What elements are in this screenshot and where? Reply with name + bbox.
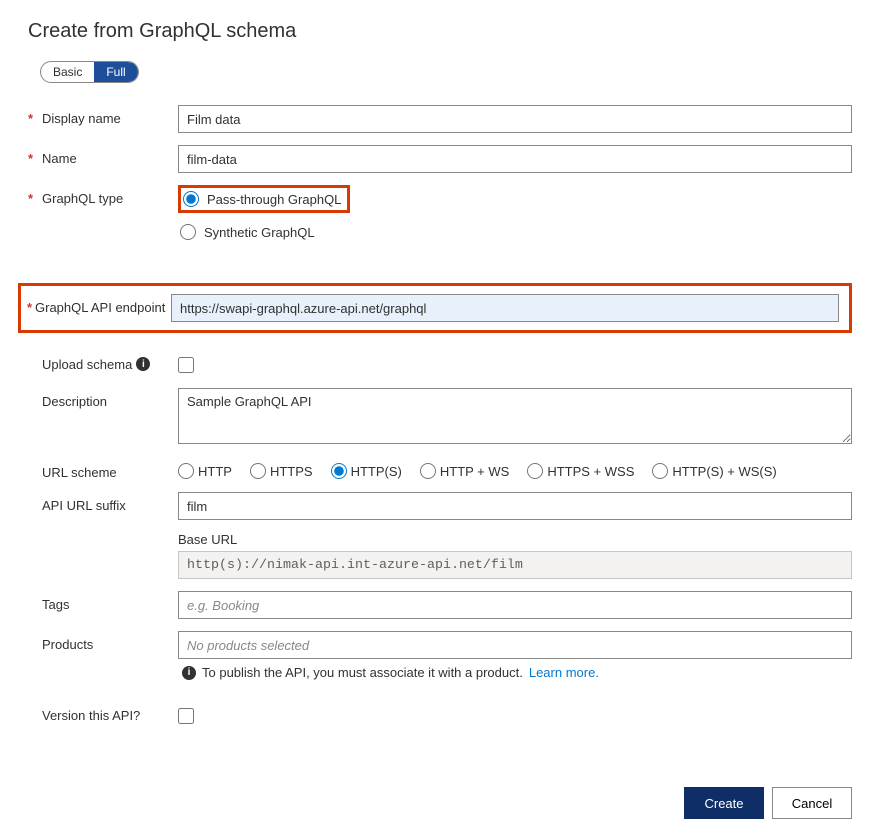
tags-input[interactable] [178,591,852,619]
products-input[interactable] [178,631,852,659]
row-upload-schema: Upload schema i [28,351,852,376]
radio-https-wss-label: HTTPS + WSS [547,464,634,479]
row-description: Description Sample GraphQL API [28,388,852,447]
label-base-url: Base URL [178,532,852,547]
learn-more-link[interactable]: Learn more. [529,665,599,680]
toggle-full[interactable]: Full [94,62,137,82]
row-base-url: Base URL [28,532,852,579]
required-asterisk: * [28,151,42,166]
row-endpoint-highlight: * GraphQL API endpoint [18,283,852,333]
label-name: Name [42,151,77,166]
radio-https[interactable] [250,463,266,479]
label-graphql-type: GraphQL type [42,191,123,206]
row-graphql-type-synthetic: Synthetic GraphQL [28,221,852,247]
radio-synthetic-wrap[interactable]: Synthetic GraphQL [178,221,852,243]
row-tags: Tags [28,591,852,619]
radio-passthrough[interactable] [183,191,199,207]
page-title: Create from GraphQL schema [28,20,852,43]
info-icon[interactable]: i [136,357,150,371]
display-name-input[interactable] [178,105,852,133]
row-api-url-suffix: API URL suffix [28,492,852,520]
label-url-scheme: URL scheme [42,465,117,480]
radio-https-label: HTTPS [270,464,313,479]
radio-https-wss[interactable] [527,463,543,479]
radio-httpws-wrap[interactable]: HTTP + WS [420,463,509,479]
footer-buttons: Create Cancel [28,787,852,819]
radio-http[interactable] [178,463,194,479]
radio-http-wrap[interactable]: HTTP [178,463,232,479]
radio-http-ws[interactable] [420,463,436,479]
url-scheme-options: HTTP HTTPS HTTP(S) HTTP + WS HTTPS + WSS… [178,459,852,479]
row-name: * Name [28,145,852,173]
description-input[interactable]: Sample GraphQL API [178,388,852,444]
row-display-name: * Display name [28,105,852,133]
radio-synthetic[interactable] [180,224,196,240]
label-tags: Tags [42,597,69,612]
toggle-basic[interactable]: Basic [41,62,94,82]
version-api-checkbox[interactable] [178,708,194,724]
upload-schema-checkbox[interactable] [178,357,194,373]
row-products: Products i To publish the API, you must … [28,631,852,680]
products-info-line: i To publish the API, you must associate… [178,665,852,680]
radio-httpS-wrap[interactable]: HTTP(S) [331,463,402,479]
radio-http-s[interactable] [331,463,347,479]
label-display-name: Display name [42,111,121,126]
radio-http-s-ws-s-label: HTTP(S) + WS(S) [672,464,776,479]
products-info-text: To publish the API, you must associate i… [202,665,523,680]
radio-http-ws-label: HTTP + WS [440,464,509,479]
radio-http-s-label: HTTP(S) [351,464,402,479]
radio-httpSwsS-wrap[interactable]: HTTP(S) + WS(S) [652,463,776,479]
label-products: Products [42,637,93,652]
label-description: Description [42,394,107,409]
info-icon: i [182,666,196,680]
view-toggle[interactable]: Basic Full [40,61,139,83]
label-version-api: Version this API? [42,708,140,723]
radio-httpswss-wrap[interactable]: HTTPS + WSS [527,463,634,479]
required-asterisk: * [28,191,42,206]
name-input[interactable] [178,145,852,173]
base-url-field [178,551,852,579]
row-graphql-type: * GraphQL type Pass-through GraphQL [28,185,852,217]
row-version-api: Version this API? [28,702,852,727]
row-url-scheme: URL scheme HTTP HTTPS HTTP(S) HTTP + WS … [28,459,852,480]
cancel-button[interactable]: Cancel [772,787,852,819]
radio-passthrough-wrap[interactable]: Pass-through GraphQL [178,185,350,213]
radio-http-s-ws-s[interactable] [652,463,668,479]
required-asterisk: * [28,111,42,126]
label-api-url-suffix: API URL suffix [42,498,126,513]
radio-synthetic-label: Synthetic GraphQL [204,225,315,240]
label-endpoint: GraphQL API endpoint [35,300,165,315]
radio-http-label: HTTP [198,464,232,479]
create-button[interactable]: Create [684,787,764,819]
required-asterisk: * [21,300,35,315]
radio-https-wrap[interactable]: HTTPS [250,463,313,479]
api-url-suffix-input[interactable] [178,492,852,520]
endpoint-input[interactable] [171,294,839,322]
radio-passthrough-label: Pass-through GraphQL [207,192,341,207]
label-upload-schema: Upload schema [42,357,132,372]
